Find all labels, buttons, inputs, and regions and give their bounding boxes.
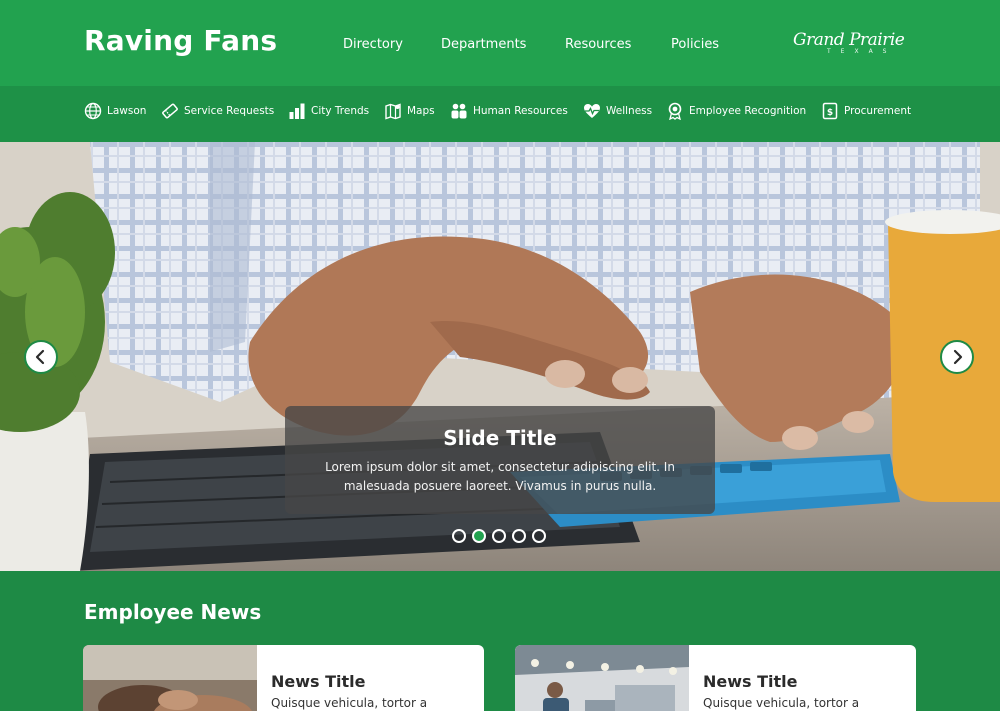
chevron-left-icon <box>35 349 45 365</box>
news-card-excerpt: Quisque vehicula, tortor a <box>703 696 860 710</box>
award-icon <box>666 102 684 120</box>
quick-link-label: City Trends <box>311 105 370 117</box>
slider-dot-3[interactable] <box>492 529 506 543</box>
slider-dot-5[interactable] <box>532 529 546 543</box>
slide-caption: Slide Title Lorem ipsum dolor sit amet, … <box>285 406 715 514</box>
slider-pagination <box>452 529 546 543</box>
section-heading: Employee News <box>84 600 262 624</box>
main-nav: Directory Departments Resources Policies <box>343 37 741 52</box>
nav-directory[interactable]: Directory <box>343 37 441 52</box>
slide-title: Slide Title <box>443 426 557 450</box>
quick-link-lawson[interactable]: Lawson <box>84 100 146 122</box>
slider-next-button[interactable] <box>940 340 974 374</box>
slider-prev-button[interactable] <box>24 340 58 374</box>
quick-link-employee-recognition[interactable]: Employee Recognition <box>666 100 806 122</box>
news-card[interactable]: News Title Quisque vehicula, tortor a <box>83 645 484 711</box>
quick-link-label: Employee Recognition <box>689 105 807 117</box>
map-icon <box>384 102 402 120</box>
quick-link-service-requests[interactable]: Service Requests <box>161 100 274 122</box>
svg-text:$: $ <box>827 108 833 118</box>
bar-chart-icon <box>288 102 306 120</box>
people-icon <box>450 102 468 120</box>
news-thumbnail <box>515 645 689 711</box>
heartbeat-icon <box>583 102 601 120</box>
quick-link-procurement[interactable]: $ Procurement <box>821 100 911 122</box>
quick-link-label: Human Resources <box>473 105 568 117</box>
slider-dot-1[interactable] <box>452 529 466 543</box>
slider-dot-4[interactable] <box>512 529 526 543</box>
quick-link-label: Lawson <box>107 105 147 117</box>
city-logo-script: Grand Prairie <box>793 30 905 50</box>
quick-link-human-resources[interactable]: Human Resources <box>450 100 568 122</box>
globe-icon <box>84 102 102 120</box>
news-thumbnail <box>83 645 257 711</box>
slide-text: Lorem ipsum dolor sit amet, consectetur … <box>325 460 675 493</box>
news-card[interactable]: News Title Quisque vehicula, tortor a <box>515 645 916 711</box>
city-logo[interactable]: Grand Prairie TEXAS <box>793 30 917 62</box>
quick-link-maps[interactable]: Maps <box>384 100 435 122</box>
news-card-title: News Title <box>703 672 798 691</box>
news-card-excerpt: Quisque vehicula, tortor a <box>271 696 428 710</box>
chevron-right-icon <box>953 349 963 365</box>
ticket-icon <box>161 102 179 120</box>
site-brand[interactable]: Raving Fans <box>84 24 277 57</box>
nav-policies[interactable]: Policies <box>671 37 741 52</box>
document-icon: $ <box>821 102 839 120</box>
quick-link-city-trends[interactable]: City Trends <box>288 100 369 122</box>
quick-link-label: Procurement <box>844 105 912 117</box>
quick-link-wellness[interactable]: Wellness <box>583 100 652 122</box>
quick-link-label: Service Requests <box>184 105 275 117</box>
quick-link-label: Maps <box>407 105 435 117</box>
quick-link-label: Wellness <box>606 105 653 117</box>
nav-resources[interactable]: Resources <box>565 37 671 52</box>
nav-departments[interactable]: Departments <box>441 37 565 52</box>
slider-dot-2[interactable] <box>472 529 486 543</box>
news-card-title: News Title <box>271 672 366 691</box>
hero-slider: Slide Title Lorem ipsum dolor sit amet, … <box>0 142 1000 571</box>
